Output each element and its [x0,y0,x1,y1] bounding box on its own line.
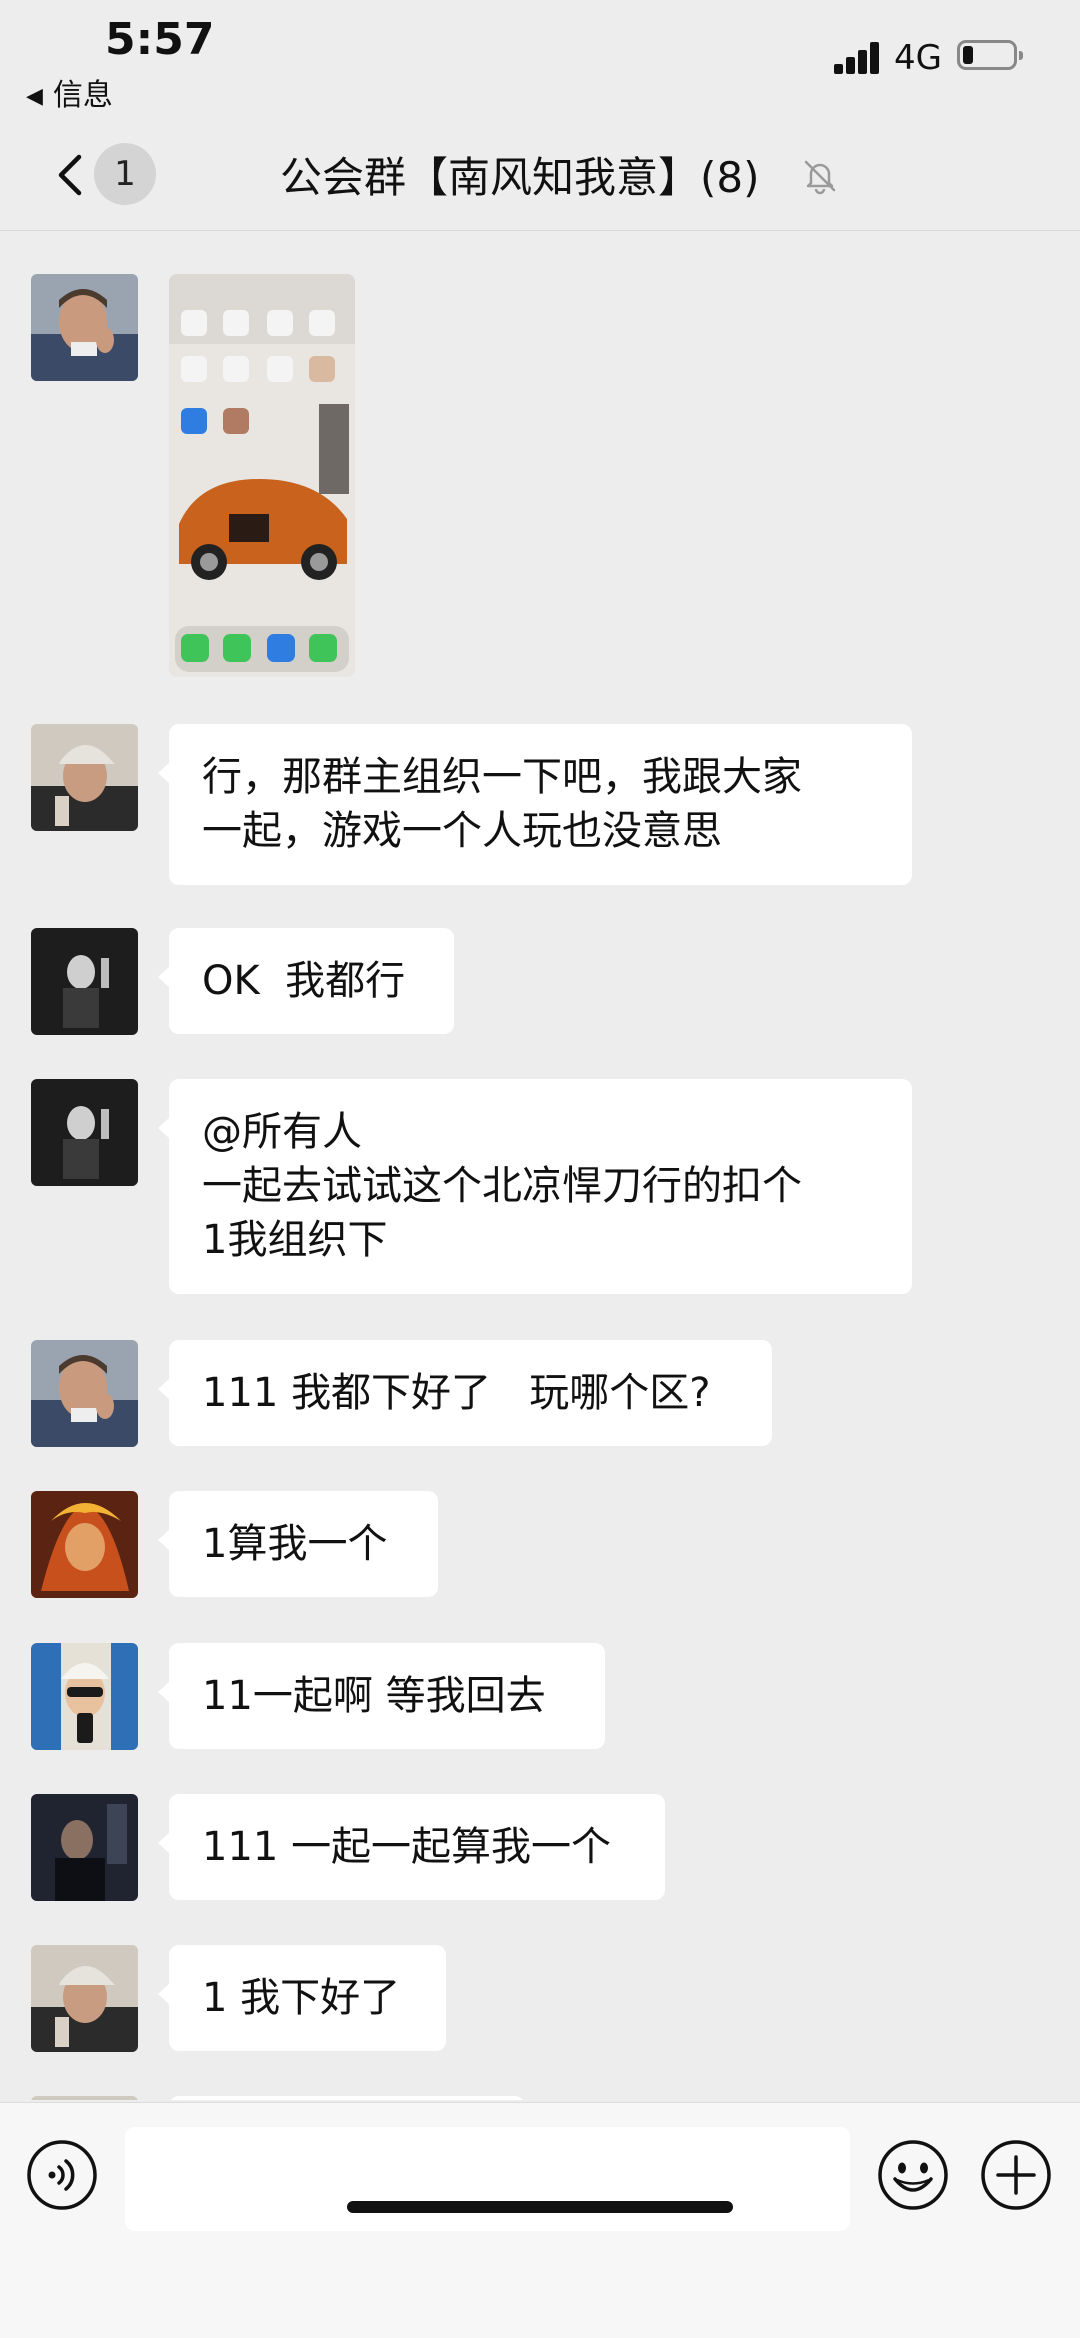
message-bubble[interactable]: 111 我都下好了 玩哪个区? [158,1340,772,1446]
battery-icon [957,40,1023,70]
message-bubble[interactable]: 行，那群主组织一下吧，我跟大家 一起，游戏一个人玩也没意思 [158,724,912,885]
message-bubble-partial[interactable] [169,2096,525,2100]
status-time: 5:57 [105,14,215,65]
avatar[interactable] [31,2096,138,2100]
signal-icon [834,40,882,74]
network-type: 4G [894,38,942,78]
message-list[interactable]: 行，那群主组织一下吧，我跟大家 一起，游戏一个人玩也没意思 OK 我都行 @所有… [0,230,1080,2100]
unread-badge[interactable]: 1 [94,143,156,205]
plus-icon[interactable] [980,2139,1052,2211]
avatar[interactable] [31,1794,138,1901]
avatar[interactable] [31,274,138,381]
avatar[interactable] [31,1340,138,1447]
message-input[interactable] [125,2127,850,2231]
image-message[interactable] [169,274,355,677]
message-bubble[interactable]: 1算我一个 [158,1491,438,1597]
back-triangle-icon: ◀ [26,84,43,109]
avatar[interactable] [31,1079,138,1186]
back-app-label: 信息 [52,78,113,113]
voice-icon[interactable] [26,2139,98,2211]
back-to-app-link[interactable]: ◀ 信息 [26,70,113,114]
nav-bar: 1 公会群【南风知我意】(8) [0,120,1080,231]
message-bubble[interactable]: 11一起啊 等我回去 [158,1643,605,1749]
message-bubble[interactable]: OK 我都行 [158,928,454,1034]
bell-off-icon [804,160,836,195]
status-bar: 5:57 ◀ 信息 4G [0,0,1080,120]
message-bubble[interactable]: @所有人 一起去试试这个北凉悍刀行的扣个 1我组织下 [158,1079,912,1294]
chat-title: 公会群【南风知我意】(8) [280,153,760,202]
avatar[interactable] [31,1643,138,1750]
home-indicator[interactable] [347,2201,733,2213]
avatar[interactable] [31,928,138,1035]
avatar[interactable] [31,724,138,831]
message-bubble[interactable]: 1 我下好了 [158,1945,446,2051]
avatar[interactable] [31,1491,138,1598]
message-bubble[interactable]: 111 一起一起算我一个 [158,1794,665,1900]
avatar[interactable] [31,1945,138,2052]
emoji-icon[interactable] [877,2139,949,2211]
input-bar [0,2102,1080,2338]
